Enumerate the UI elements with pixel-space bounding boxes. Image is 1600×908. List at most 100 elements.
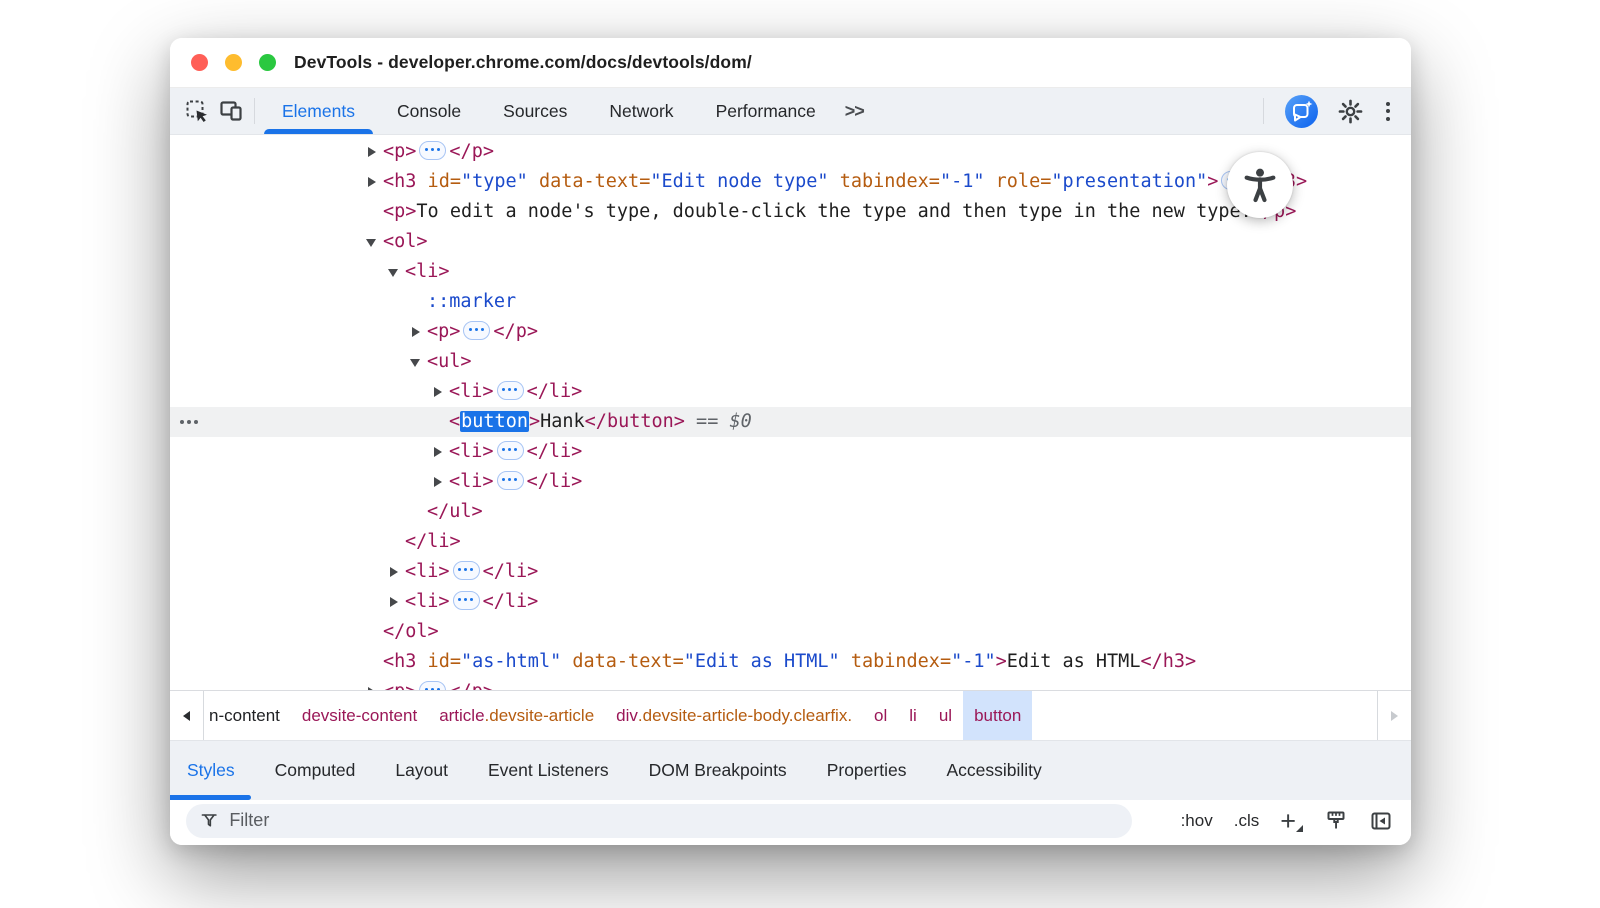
- dock-sidebar-toggle-icon[interactable]: [1369, 809, 1393, 833]
- tab-elements[interactable]: Elements: [261, 88, 376, 134]
- collapsed-content-ellipsis-icon[interactable]: [419, 141, 446, 160]
- more-tabs-button[interactable]: >>: [837, 101, 872, 122]
- collapse-arrow-icon[interactable]: [410, 347, 427, 377]
- expand-arrow-icon[interactable]: [432, 377, 449, 407]
- expand-arrow-icon[interactable]: [366, 677, 383, 690]
- dom-token-tag: >: [529, 411, 540, 432]
- node-overflow-dots-icon[interactable]: [180, 420, 184, 424]
- dom-node-line[interactable]: </ul>: [170, 497, 1411, 527]
- collapsed-content-ellipsis-icon[interactable]: [497, 381, 524, 400]
- tab-layout[interactable]: Layout: [375, 741, 468, 800]
- dom-node-line[interactable]: <p></p>: [170, 317, 1411, 347]
- filter-input[interactable]: [229, 810, 1119, 831]
- dom-node-line[interactable]: <p></p>: [170, 677, 1411, 690]
- collapse-arrow-icon[interactable]: [366, 227, 383, 257]
- tab-event-listeners[interactable]: Event Listeners: [468, 741, 629, 800]
- rendering-emulation-brush-icon[interactable]: [1324, 809, 1348, 833]
- expand-arrow-icon[interactable]: [366, 167, 383, 197]
- tab-sources[interactable]: Sources: [482, 88, 588, 134]
- tab-properties[interactable]: Properties: [807, 741, 927, 800]
- breadcrumb-item-li[interactable]: li: [898, 691, 928, 740]
- dom-node-line[interactable]: </ol>: [170, 617, 1411, 647]
- dom-token-pseudo: ::marker: [427, 291, 516, 312]
- dom-token-txt: To edit a node's type, double-click the …: [416, 201, 1251, 222]
- dom-node-line[interactable]: </li>: [170, 527, 1411, 557]
- expand-arrow-icon[interactable]: [388, 557, 405, 587]
- tab-network[interactable]: Network: [588, 88, 694, 134]
- tab-performance[interactable]: Performance: [695, 88, 837, 134]
- ai-assistance-button[interactable]: [1285, 95, 1318, 128]
- expand-arrow-icon[interactable]: [410, 317, 427, 347]
- collapsed-content-ellipsis-icon[interactable]: [453, 591, 480, 610]
- toggle-element-state-button[interactable]: :hov: [1181, 811, 1213, 831]
- crumb-token-tag: button: [974, 706, 1021, 726]
- dom-token-attr: data-text=: [561, 651, 684, 672]
- breadcrumb-item-button[interactable]: button: [963, 691, 1032, 740]
- close-window-icon[interactable]: [191, 54, 208, 71]
- settings-gear-icon[interactable]: [1333, 94, 1367, 128]
- sidebar-tabs: StylesComputedLayoutEvent ListenersDOM B…: [170, 740, 1411, 800]
- dom-token-val: "-1": [940, 171, 985, 192]
- dom-node-line[interactable]: <p>To edit a node's type, double-click t…: [170, 197, 1411, 227]
- expand-arrow-icon[interactable]: [432, 467, 449, 497]
- collapsed-content-ellipsis-icon[interactable]: [463, 321, 490, 340]
- dom-node-line[interactable]: <li></li>: [170, 377, 1411, 407]
- panel-tabs: ElementsConsoleSourcesNetworkPerformance: [261, 88, 837, 134]
- crumb-token-tag: ul: [939, 706, 952, 726]
- dom-node-selected[interactable]: <button>Hank</button> == $0: [170, 407, 1411, 437]
- dom-node-line[interactable]: <h3 id="as-html" data-text="Edit as HTML…: [170, 647, 1411, 677]
- breadcrumb-items: n-contentdevsite-contentarticle.devsite-…: [204, 691, 1032, 740]
- device-toolbar-icon[interactable]: [214, 94, 248, 128]
- dom-token-txt: Hank: [540, 411, 585, 432]
- dom-token-tag: </h3>: [1140, 651, 1196, 672]
- element-classes-button[interactable]: .cls: [1234, 811, 1260, 831]
- dom-node-line[interactable]: <ul>: [170, 347, 1411, 377]
- filter-funnel-icon: [199, 810, 219, 831]
- collapsed-content-ellipsis-icon[interactable]: [497, 441, 524, 460]
- breadcrumb-item-devsite-content[interactable]: devsite-content: [291, 691, 428, 740]
- indent-spacer: [410, 287, 427, 317]
- breadcrumb-item-n-content[interactable]: n-content: [204, 691, 291, 740]
- maximize-window-icon[interactable]: [259, 54, 276, 71]
- collapsed-content-ellipsis-icon[interactable]: [419, 681, 446, 691]
- dom-node-line[interactable]: <li></li>: [170, 467, 1411, 497]
- breadcrumb-item-ul[interactable]: ul: [928, 691, 963, 740]
- collapsed-content-ellipsis-icon[interactable]: [453, 561, 480, 580]
- breadcrumb-scroll-right-button[interactable]: [1377, 691, 1411, 740]
- dom-node-line[interactable]: <li>: [170, 257, 1411, 287]
- collapsed-content-ellipsis-icon[interactable]: [497, 471, 524, 490]
- tab-console[interactable]: Console: [376, 88, 482, 134]
- tab-computed[interactable]: Computed: [255, 741, 376, 800]
- dom-tree-panel: <p></p><h3 id="type" data-text="Edit nod…: [170, 135, 1411, 690]
- screen: DevTools - developer.chrome.com/docs/dev…: [0, 0, 1600, 908]
- breadcrumb-item-ol[interactable]: ol: [863, 691, 898, 740]
- tab-styles[interactable]: Styles: [170, 741, 255, 800]
- breadcrumb-scroll-left-button[interactable]: [170, 691, 204, 740]
- inspect-element-icon[interactable]: [180, 94, 214, 128]
- dom-node-line[interactable]: <ol>: [170, 227, 1411, 257]
- new-style-rule-button[interactable]: +: [1280, 811, 1303, 831]
- dom-node-line[interactable]: ::marker: [170, 287, 1411, 317]
- dom-node-line[interactable]: <h3 id="type" data-text="Edit node type"…: [170, 167, 1411, 197]
- dom-token-eq: ==: [685, 411, 730, 432]
- minimize-window-icon[interactable]: [225, 54, 242, 71]
- expand-arrow-icon[interactable]: [366, 137, 383, 167]
- dom-node-line[interactable]: <li></li>: [170, 587, 1411, 617]
- dom-node-line[interactable]: <li></li>: [170, 557, 1411, 587]
- tab-accessibility[interactable]: Accessibility: [926, 741, 1061, 800]
- breadcrumb-item-article-devsite-article[interactable]: article.devsite-article: [428, 691, 605, 740]
- expand-arrow-icon[interactable]: [388, 587, 405, 617]
- more-options-menu-icon[interactable]: [1382, 98, 1394, 125]
- dom-token-attr: data-text=: [528, 171, 651, 192]
- styles-filter-field[interactable]: [186, 804, 1132, 838]
- crumb-token-tag: article: [439, 706, 484, 726]
- dom-node-line[interactable]: <p></p>: [170, 137, 1411, 167]
- dom-token-tag: <li>: [405, 561, 450, 582]
- expand-arrow-icon[interactable]: [432, 437, 449, 467]
- collapse-arrow-icon[interactable]: [388, 257, 405, 287]
- dom-token-tag: <p>: [383, 141, 416, 162]
- breadcrumb-item-div-devsite-article-body-clearfix[interactable]: div.devsite-article-body.clearfix.: [605, 691, 863, 740]
- indent-spacer: [410, 497, 427, 527]
- dom-node-line[interactable]: <li></li>: [170, 437, 1411, 467]
- tab-dom-breakpoints[interactable]: DOM Breakpoints: [629, 741, 807, 800]
